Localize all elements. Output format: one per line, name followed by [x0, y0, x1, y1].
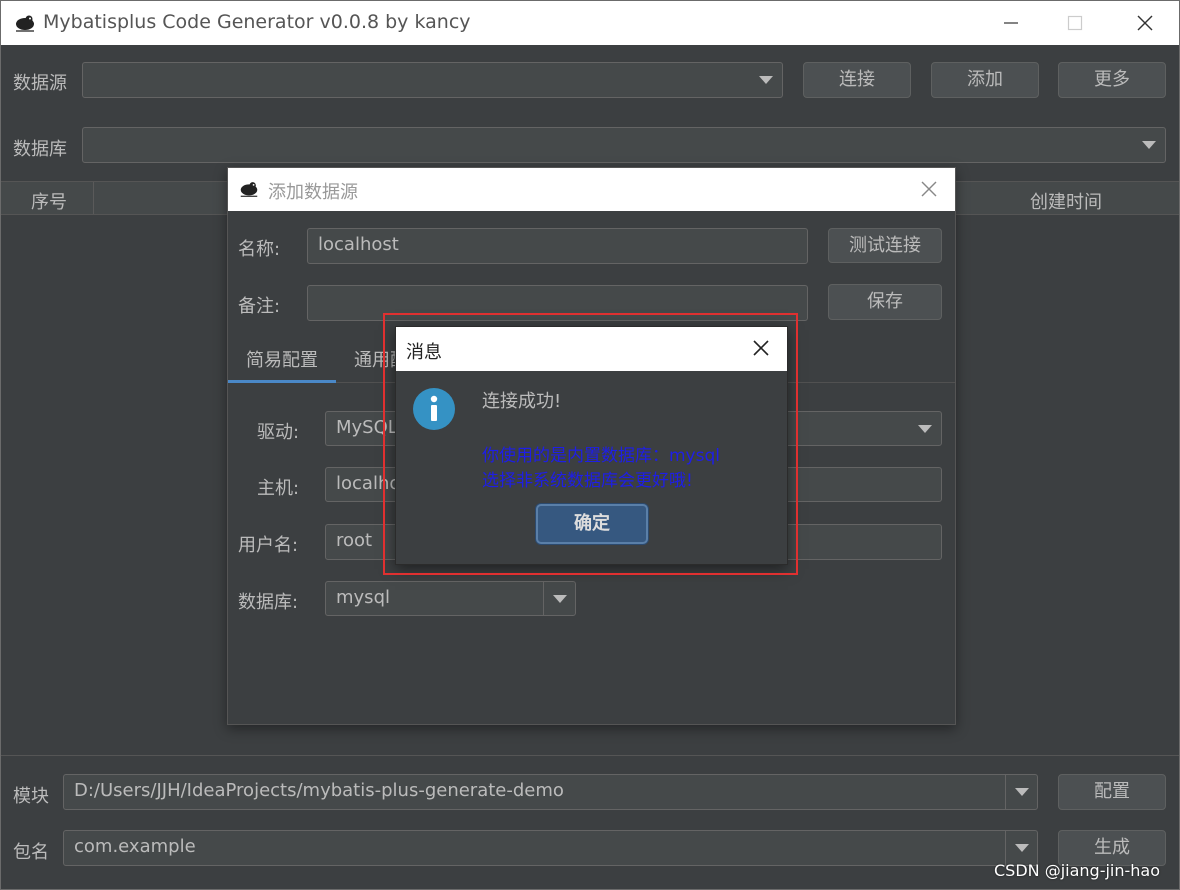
save-button-label: 保存 [867, 291, 903, 312]
remark-input[interactable] [307, 285, 808, 321]
remark-label: 备注: [238, 296, 281, 317]
connect-button-label: 连接 [839, 69, 875, 90]
maximize-button[interactable] [1055, 9, 1095, 37]
ok-button[interactable]: 确定 [536, 504, 648, 544]
package-value: com.example [74, 836, 196, 857]
ok-button-label: 确定 [574, 513, 610, 534]
module-select[interactable]: D:/Users/JJH/IdeaProjects/mybatis-plus-g… [63, 774, 1038, 810]
minimize-button[interactable] [991, 9, 1031, 37]
generate-button-label: 生成 [1094, 837, 1130, 858]
watermark: CSDN @jiang-jin-hao [994, 861, 1161, 880]
host-label: 主机: [257, 478, 300, 499]
message-line-1: 你使用的是内置数据库：mysql [482, 446, 720, 466]
config-button-label: 配置 [1094, 781, 1130, 802]
more-button[interactable]: 更多 [1058, 62, 1166, 98]
host-value: localho [336, 473, 401, 494]
database-select[interactable] [82, 127, 1166, 163]
chevron-down-icon[interactable] [1005, 831, 1037, 865]
message-title: 消息 [406, 342, 442, 363]
username-label: 用户名: [238, 535, 299, 556]
package-label: 包名 [13, 842, 49, 863]
module-value: D:/Users/JJH/IdeaProjects/mybatis-plus-g… [74, 780, 564, 801]
message-close-button[interactable] [752, 339, 772, 359]
username-value: root [336, 530, 373, 551]
window-title: Mybatisplus Code Generator v0.0.8 by kan… [43, 11, 471, 33]
chevron-down-icon[interactable] [1005, 775, 1037, 809]
driver-value: MySQL [336, 417, 398, 438]
column-header-index[interactable]: 序号 [31, 188, 67, 214]
module-label: 模块 [13, 786, 49, 807]
dialog-title-bar: 添加数据源 [228, 168, 955, 211]
driver-label: 驱动: [257, 422, 300, 443]
close-button[interactable] [1125, 9, 1165, 37]
minimize-icon [1004, 22, 1018, 24]
save-button[interactable]: 保存 [828, 284, 942, 320]
chevron-down-icon [756, 63, 776, 97]
column-separator [93, 182, 94, 214]
message-title-bar: 消息 [396, 327, 787, 371]
column-header-created-time[interactable]: 创建时间 [1030, 188, 1102, 214]
tab-simple-config[interactable]: 简易配置 [246, 346, 318, 384]
add-button[interactable]: 添加 [931, 62, 1039, 98]
message-line-2: 选择非系统数据库会更好哦! [482, 471, 693, 491]
config-button[interactable]: 配置 [1058, 774, 1166, 810]
name-value: localhost [318, 234, 399, 255]
app-logo-icon [13, 11, 37, 35]
close-icon [753, 340, 769, 356]
connect-button[interactable]: 连接 [803, 62, 911, 98]
info-icon [412, 387, 456, 431]
chevron-down-icon [915, 412, 935, 445]
close-icon [1137, 15, 1153, 31]
datasource-label: 数据源 [13, 73, 67, 94]
datasource-select[interactable] [82, 62, 783, 98]
db-select[interactable]: mysql [325, 581, 576, 616]
dialog-close-button[interactable] [920, 180, 940, 200]
name-input[interactable]: localhost [307, 228, 808, 264]
chevron-down-icon[interactable] [543, 582, 575, 615]
main-window: Mybatisplus Code Generator v0.0.8 by kan… [0, 0, 1180, 890]
add-button-label: 添加 [967, 69, 1003, 90]
close-icon [921, 181, 937, 197]
app-logo-icon [238, 178, 260, 200]
active-tab-indicator [228, 380, 336, 383]
db-value: mysql [336, 587, 390, 608]
maximize-icon [1067, 15, 1083, 31]
title-bar: Mybatisplus Code Generator v0.0.8 by kan… [1, 1, 1179, 45]
test-connection-button[interactable]: 测试连接 [828, 228, 942, 263]
name-label: 名称: [238, 239, 281, 260]
database-label: 数据库 [13, 139, 67, 160]
db-label: 数据库: [238, 592, 299, 613]
test-connection-label: 测试连接 [849, 235, 921, 256]
chevron-down-icon [1139, 128, 1159, 162]
dialog-title: 添加数据源 [268, 182, 358, 203]
message-dialog: 消息 连接成功! 你使用的是内置数据库：mysql 选择非系统数据库会更好哦! … [395, 326, 788, 565]
package-select[interactable]: com.example [63, 830, 1038, 866]
message-heading: 连接成功! [482, 391, 562, 412]
more-button-label: 更多 [1094, 69, 1130, 90]
